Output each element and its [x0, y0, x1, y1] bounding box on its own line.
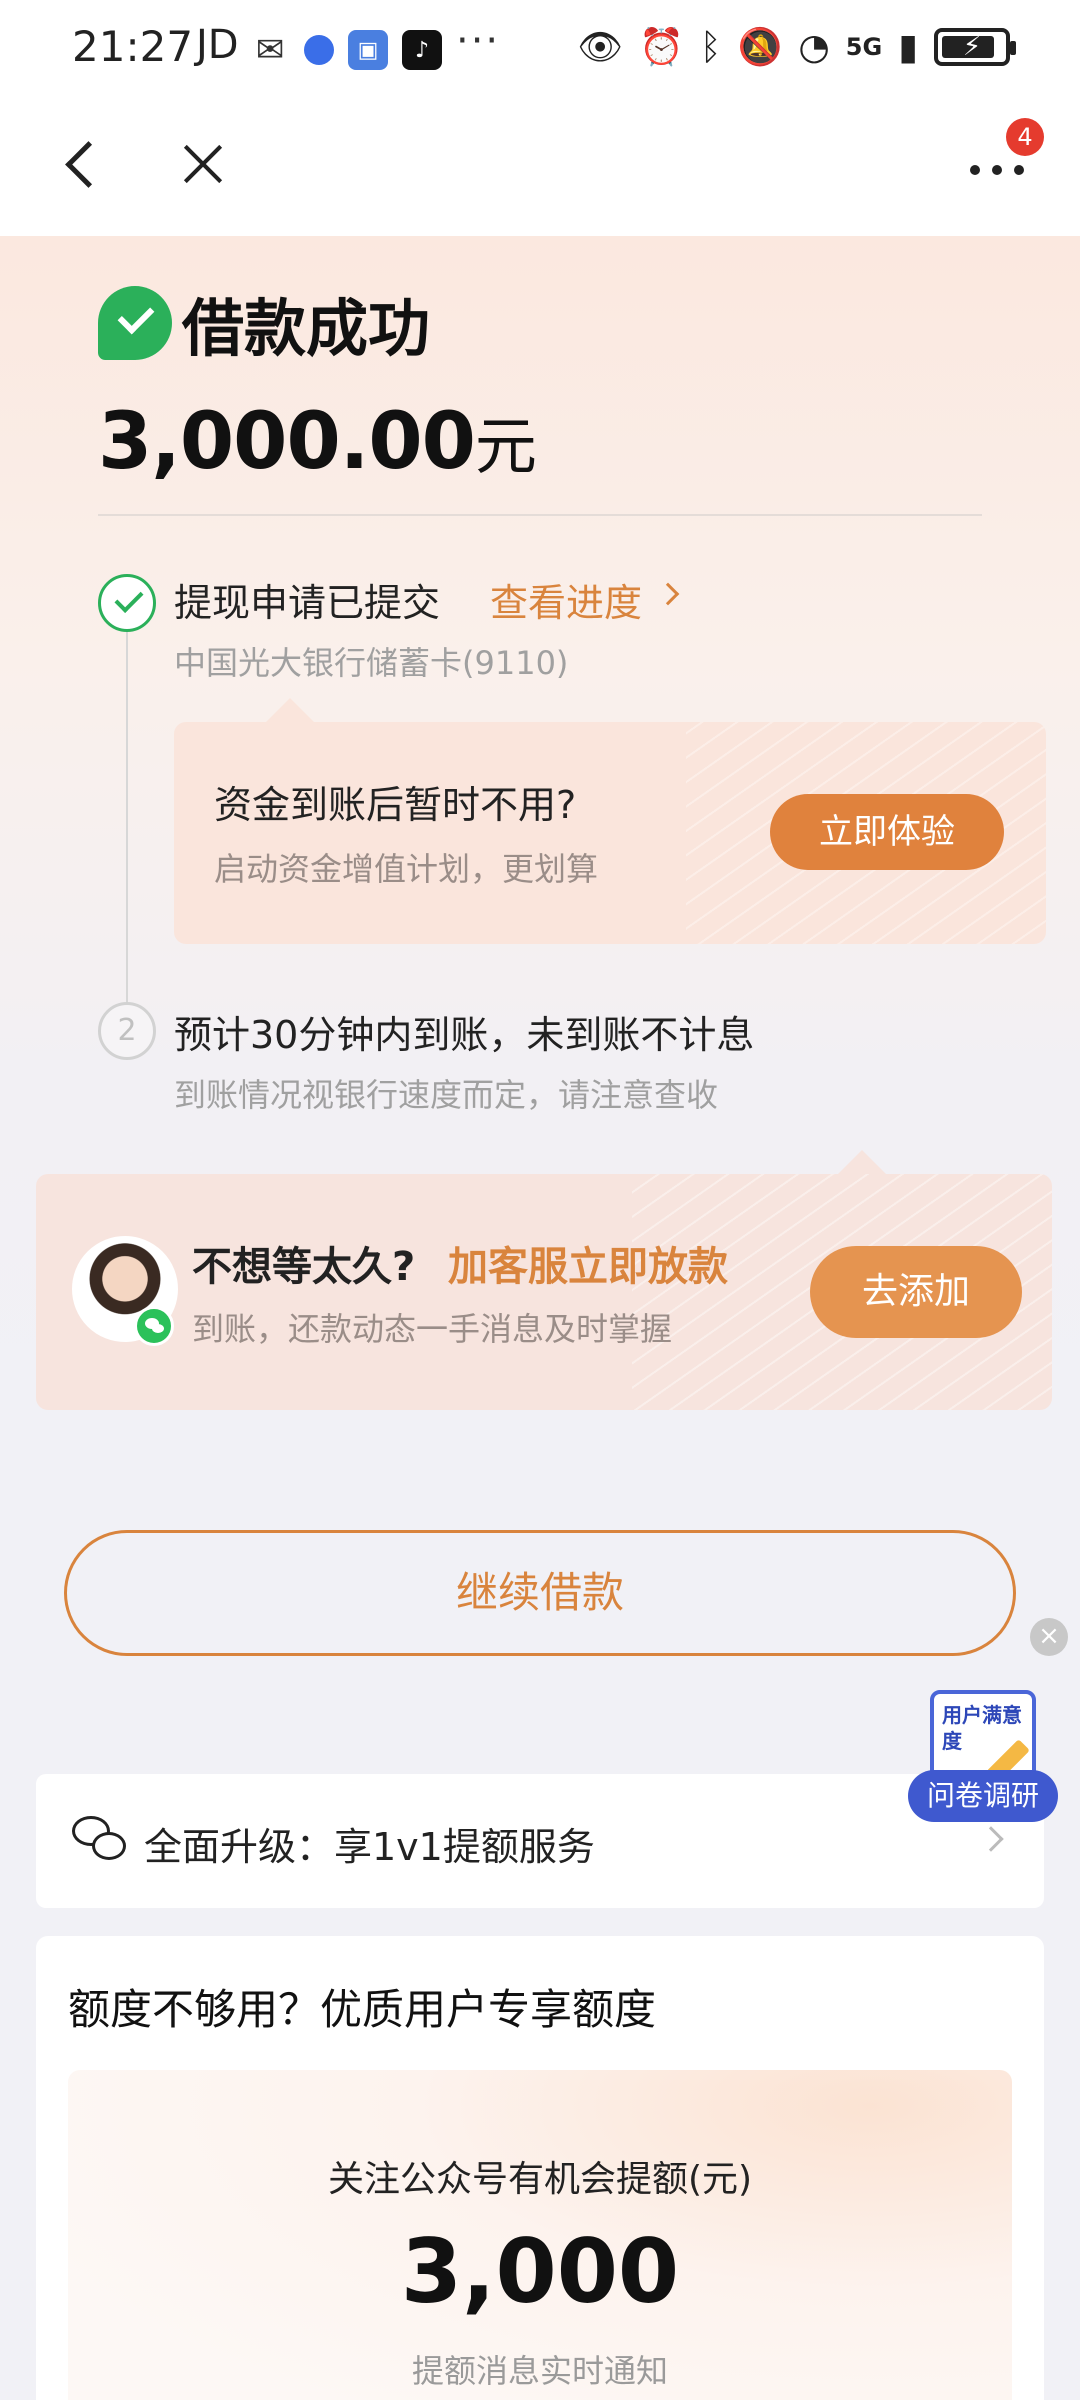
page: 21:27 JD ✉ ▣ ♪ ··· 👁 ⏰ ᛒ 🔕 ◔ 5G ▮ ⚡ 4 借款…: [0, 0, 1080, 2400]
signal-icon: ▮: [898, 26, 918, 68]
wechat-icon: ✉: [250, 30, 290, 70]
upgrade-service-row[interactable]: 全面升级：享1v1提额服务: [36, 1774, 1044, 1908]
service-card-pointer: [836, 1150, 888, 1176]
service-card: 不想等太久? 加客服立即放款 到账，还款动态一手消息及时掌握 去添加: [36, 1174, 1052, 1410]
eye-icon: 👁: [577, 27, 624, 68]
status-bar: 21:27 JD ✉ ▣ ♪ ··· 👁 ⏰ ᛒ 🔕 ◔ 5G ▮ ⚡: [0, 0, 1080, 100]
status-carrier: JD: [196, 22, 239, 68]
chat-icon: [72, 1816, 126, 1864]
service-card-subtitle: 到账，还款动态一手消息及时掌握: [192, 1310, 673, 1348]
back-icon[interactable]: [58, 136, 118, 196]
upgrade-service-text: 全面升级：享1v1提额服务: [144, 1825, 595, 1869]
service-card-title-accent: 加客服立即放款: [448, 1244, 728, 1290]
loan-amount-unit: 元: [474, 410, 537, 483]
mute-icon: 🔕: [737, 27, 783, 68]
more-icon[interactable]: [962, 150, 1032, 190]
success-title: 借款成功: [182, 292, 431, 365]
quota-section-title: 额度不够用？优质用户专享额度: [68, 1985, 657, 2034]
status-system-icons: 👁 ⏰ ᛒ 🔕 ◔ 5G ▮ ⚡: [577, 26, 1016, 68]
quota-label: 关注公众号有机会提额(元): [327, 2159, 753, 2200]
battery-icon: ⚡: [934, 28, 1016, 66]
promo-card: 资金到账后暂时不用? 启动资金增值计划，更划算 立即体验: [174, 722, 1046, 944]
loan-amount-value: 3,000.00: [98, 397, 476, 487]
continue-borrow-button[interactable]: 继续借款: [64, 1530, 1016, 1656]
timeline-line: [126, 626, 128, 1006]
success-check-icon: [98, 286, 172, 360]
app-notify-icon: ▣: [348, 30, 388, 70]
quota-section: 额度不够用？优质用户专享额度 关注公众号有机会提额(元) 3,000 提额消息实…: [36, 1936, 1044, 2400]
success-header: 借款成功: [98, 278, 430, 368]
step-2-subtitle: 到账情况视银行速度而定，请注意查收: [174, 1076, 719, 1114]
divider: [98, 514, 982, 516]
wifi-icon: ◔: [798, 26, 830, 68]
quota-amount: 3,000: [400, 2220, 680, 2323]
step-2-title: 预计30分钟内到账，未到账不计息: [174, 1013, 755, 1057]
status-more-icon: ···: [456, 18, 501, 64]
add-service-button[interactable]: 去添加: [810, 1246, 1022, 1338]
status-app-icons: ✉ ▣ ♪: [250, 30, 442, 70]
promo-card-pointer: [264, 698, 316, 724]
network-label: 5G: [845, 33, 883, 61]
app-blue-icon: [304, 35, 334, 65]
quota-card[interactable]: 关注公众号有机会提额(元) 3,000 提额消息实时通知: [68, 2070, 1012, 2400]
bluetooth-icon: ᛒ: [699, 26, 722, 68]
tiktok-icon: ♪: [402, 30, 442, 70]
quota-subtitle: 提额消息实时通知: [411, 2352, 668, 2390]
survey-close-icon[interactable]: ×: [1030, 1618, 1068, 1656]
step-1-check-icon: [98, 574, 156, 632]
promo-card-subtitle: 启动资金增值计划，更划算: [214, 850, 599, 888]
try-now-button[interactable]: 立即体验: [770, 794, 1004, 870]
status-time: 21:27: [72, 22, 194, 71]
promo-card-title: 资金到账后暂时不用?: [214, 783, 577, 827]
view-progress-link[interactable]: 查看进度: [490, 572, 642, 627]
service-card-title: 不想等太久?: [192, 1244, 416, 1290]
alarm-icon: ⏰: [639, 27, 684, 68]
close-icon[interactable]: [172, 136, 232, 196]
nav-bar: 4: [0, 100, 1080, 236]
step-1-title: 提现申请已提交: [174, 581, 441, 625]
step-2-number: 2: [98, 1002, 156, 1060]
survey-button[interactable]: 问卷调研: [908, 1770, 1058, 1822]
loan-amount: 3,000.00元: [98, 396, 537, 487]
notification-badge: 4: [1006, 118, 1044, 156]
chevron-right-icon: [978, 1826, 1004, 1852]
step-1-bank-card: 中国光大银行储蓄卡(9110): [174, 644, 569, 682]
wechat-badge-icon: [134, 1306, 174, 1346]
